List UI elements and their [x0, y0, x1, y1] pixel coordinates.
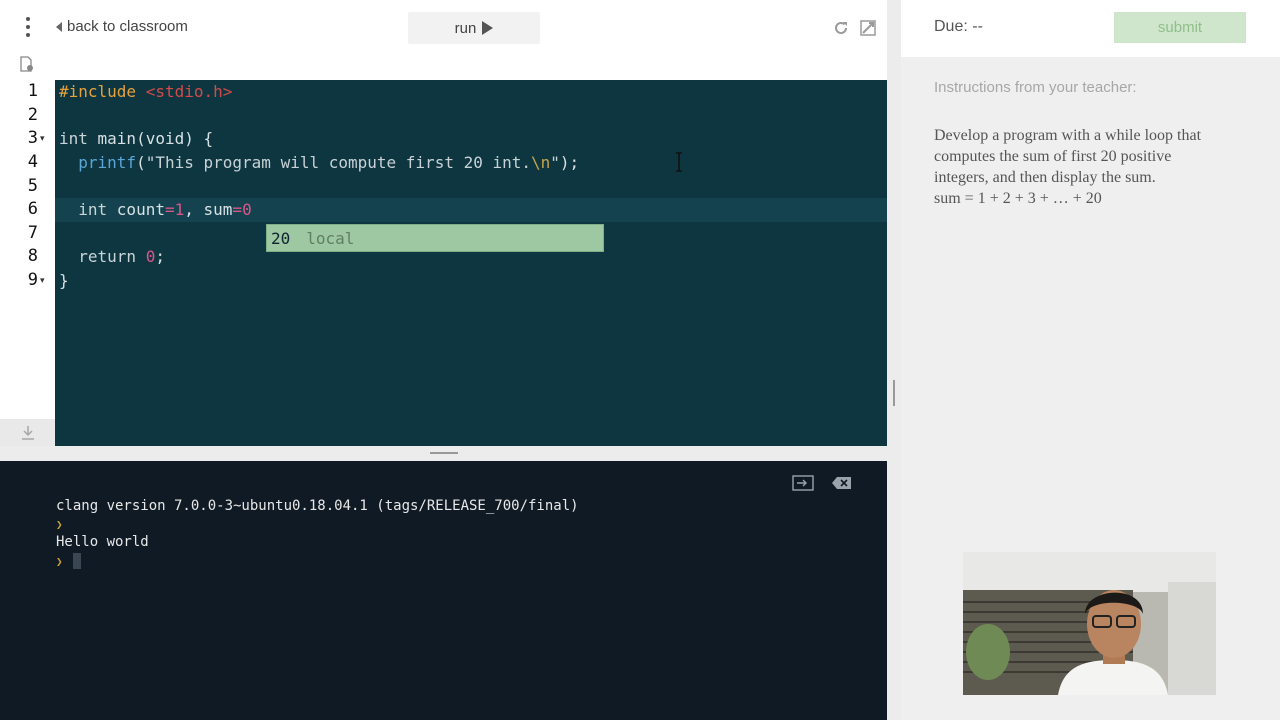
line-number: 6 [27, 199, 38, 219]
console-panel[interactable]: clang version 7.0.0-3~ubuntu0.18.04.1 (t… [0, 461, 887, 720]
expand-icon[interactable] [860, 20, 876, 36]
code-area[interactable]: #include <stdio.h> int main(void) { prin… [55, 80, 887, 419]
text-cursor-icon [676, 152, 682, 172]
prompt-icon: ❯ [56, 518, 63, 531]
line-number: 2 [27, 105, 38, 125]
code-token: } [59, 271, 69, 290]
autocomplete-value: 20 [271, 228, 291, 248]
keyword-token: return [78, 247, 146, 266]
line-number: 9 [27, 270, 38, 290]
fold-arrow-icon[interactable]: ▾ [40, 134, 45, 144]
line-number: 1 [27, 81, 38, 101]
splitter-grip [893, 380, 895, 406]
line-number: 3 [27, 128, 38, 148]
function-token: printf [78, 153, 137, 172]
code-token: main(void) { [97, 129, 214, 148]
code-token: ( [136, 153, 146, 172]
code-line: return 0; [59, 245, 165, 269]
exit-console-icon[interactable] [792, 475, 814, 491]
vertical-splitter[interactable] [887, 80, 901, 720]
code-line: #include <stdio.h> [59, 80, 232, 104]
assignment-panel: Due: -- submit Instructions from your te… [901, 0, 1280, 720]
refresh-icon[interactable] [833, 20, 849, 36]
code-token: , sum [184, 200, 233, 219]
more-options-icon[interactable] [22, 17, 34, 39]
horizontal-splitter[interactable] [0, 446, 887, 461]
console-output-line: clang version 7.0.0-3~ubuntu0.18.04.1 (t… [56, 498, 579, 514]
include-header-token: <stdio.h> [145, 82, 233, 101]
new-file-icon[interactable] [20, 56, 34, 72]
code-line: int main(void) { [59, 127, 213, 151]
instructions-heading: Instructions from your teacher: [934, 79, 1137, 96]
variable-token: count [116, 200, 165, 219]
number-token: 1 [174, 200, 185, 219]
string-token: "This program will compute first 20 int. [145, 153, 532, 172]
string-token: " [550, 153, 560, 172]
instructions-text: Develop a program with a while loop that… [934, 125, 1254, 209]
autocomplete-kind: local [306, 228, 355, 248]
escape-token: \n [531, 153, 551, 172]
code-line: printf("This program will compute first … [59, 151, 579, 175]
instruction-line: integers, and then display the sum. [934, 169, 1156, 186]
due-date: Due: -- [934, 18, 983, 35]
back-link-label: back to classroom [67, 18, 188, 35]
number-token: 0 [242, 200, 252, 219]
clear-console-icon[interactable] [832, 476, 852, 490]
submit-button[interactable]: submit [1114, 12, 1246, 43]
code-token: ; [155, 247, 165, 266]
splitter-grip [430, 452, 458, 454]
code-token: ); [559, 153, 580, 172]
code-editor[interactable]: 1 2 3 ▾ 4 5 6 7 8 9 ▾ #include <stdio.h>… [0, 80, 887, 446]
console-cursor[interactable] [73, 553, 81, 569]
preprocessor-token: #include [59, 82, 137, 101]
console-output-line: Hello world [56, 534, 149, 550]
autocomplete-suggestion[interactable]: 20 local [266, 224, 604, 252]
gutter-footer [0, 419, 55, 446]
instruction-line: Develop a program with a while loop that [934, 127, 1202, 144]
type-token: int [59, 129, 98, 148]
code-line-active: int count=1, sum=0 [59, 198, 252, 222]
line-number: 4 [27, 152, 38, 172]
download-icon[interactable] [21, 425, 35, 440]
line-number-gutter: 1 2 3 ▾ 4 5 6 7 8 9 ▾ [0, 80, 55, 419]
fold-arrow-icon[interactable]: ▾ [40, 276, 45, 286]
assignment-header: Due: -- submit [901, 0, 1280, 57]
back-to-classroom-link[interactable]: back to classroom [56, 18, 188, 35]
operator-token: = [164, 200, 175, 219]
run-button-label: run [454, 19, 477, 37]
run-button[interactable]: run [408, 12, 540, 44]
caret-left-icon [56, 21, 62, 32]
play-icon [482, 21, 494, 35]
line-number: 8 [27, 246, 38, 266]
editor-toolbar: back to classroom run [0, 0, 887, 80]
webcam-video [963, 552, 1216, 695]
operator-token: = [232, 200, 243, 219]
instruction-line: computes the sum of first 20 positive [934, 148, 1172, 165]
number-token: 0 [145, 247, 156, 266]
type-token: int [78, 200, 117, 219]
prompt-icon: ❯ [56, 555, 63, 568]
line-number: 7 [27, 223, 38, 243]
line-number: 5 [27, 176, 38, 196]
instruction-line: sum = 1 + 2 + 3 + … + 20 [934, 190, 1102, 207]
code-line: } [59, 269, 69, 293]
